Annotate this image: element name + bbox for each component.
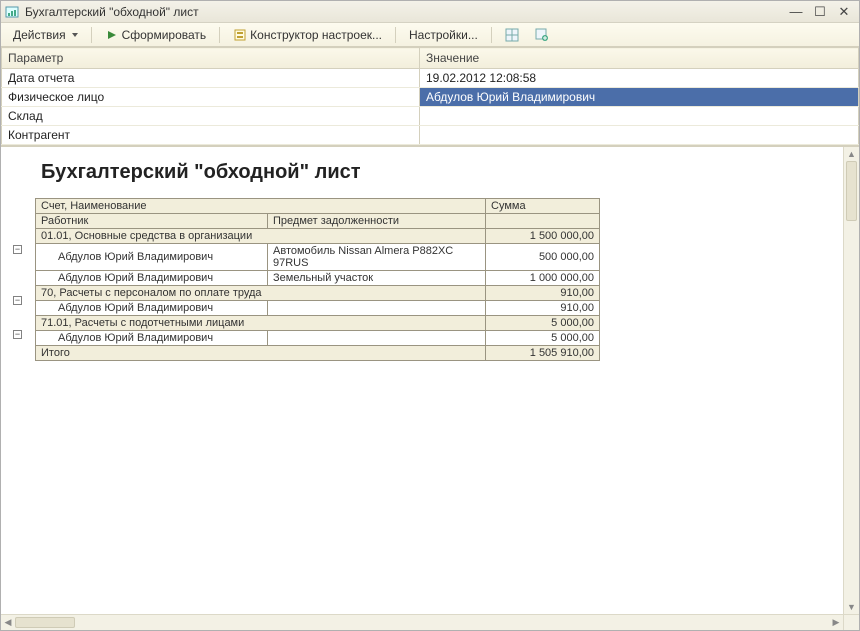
sum-cell: 910,00 (486, 286, 600, 301)
group-row[interactable]: 01.01, Основные средства в организации1 … (36, 229, 600, 244)
builder-icon (233, 28, 247, 42)
value-header[interactable]: Значение (420, 48, 859, 69)
value-cell[interactable]: 19.02.2012 12:08:58 (420, 69, 859, 88)
employee-cell: Абдулов Юрий Владимирович (36, 244, 268, 271)
report-area: − − − Бухгалтерский "обходной" лист Счет, … (1, 146, 859, 630)
separator (395, 27, 396, 43)
report-title: Бухгалтерский "обходной" лист (41, 161, 845, 184)
settings-builder-button[interactable]: Конструктор настроек... (227, 26, 388, 44)
separator (491, 27, 492, 43)
param-cell[interactable]: Дата отчета (2, 69, 420, 88)
detail-row[interactable]: Абдулов Юрий Владимирович 5 000,00 (36, 331, 600, 346)
sum-cell: 5 000,00 (486, 316, 600, 331)
subject-cell: Земельный участок (268, 271, 486, 286)
grid-icon (505, 28, 519, 42)
param-cell[interactable]: Склад (2, 107, 420, 126)
form-button[interactable]: Сформировать (99, 26, 213, 44)
total-label: Итого (36, 346, 486, 361)
maximize-button[interactable]: ☐ (809, 4, 831, 20)
sum-cell: 500 000,00 (486, 244, 600, 271)
play-icon (105, 28, 119, 42)
params-panel: Параметр Значение Дата отчета19.02.2012 … (1, 47, 859, 146)
sum-cell: 5 000,00 (486, 331, 600, 346)
total-sum: 1 505 910,00 (486, 346, 600, 361)
settings-builder-label: Конструктор настроек... (250, 28, 382, 42)
param-header[interactable]: Параметр (2, 48, 420, 69)
settings-label: Настройки... (409, 28, 478, 42)
tree-gutter: − − − (1, 147, 29, 630)
account-cell: 01.01, Основные средства в организации (36, 229, 486, 244)
value-cell[interactable] (420, 126, 859, 145)
group-row[interactable]: 70, Расчеты с персоналом по оплате труда… (36, 286, 600, 301)
report-body: Бухгалтерский "обходной" лист Счет, Наим… (29, 147, 859, 630)
scroll-left-icon[interactable]: ◀ (1, 615, 15, 630)
param-cell[interactable]: Контрагент (2, 126, 420, 145)
collapse-icon[interactable]: − (13, 330, 22, 339)
col-sum: Сумма (486, 199, 600, 214)
col-sum-blank (486, 214, 600, 229)
employee-cell: Абдулов Юрий Владимирович (36, 301, 268, 316)
vscroll-thumb[interactable] (846, 161, 857, 221)
params-row[interactable]: Контрагент (2, 126, 859, 145)
employee-cell: Абдулов Юрий Владимирович (36, 271, 268, 286)
account-cell: 71.01, Расчеты с подотчетными лицами (36, 316, 486, 331)
hscroll-thumb[interactable] (15, 617, 75, 628)
collapse-icon[interactable]: − (13, 245, 22, 254)
sum-cell: 910,00 (486, 301, 600, 316)
params-row[interactable]: Склад (2, 107, 859, 126)
account-cell: 70, Расчеты с персоналом по оплате труда (36, 286, 486, 301)
actions-label: Действия (13, 28, 66, 42)
vertical-scrollbar[interactable]: ▲ ▼ (843, 147, 859, 614)
scroll-down-icon[interactable]: ▼ (844, 600, 859, 614)
params-row[interactable]: Дата отчета19.02.2012 12:08:58 (2, 69, 859, 88)
param-cell[interactable]: Физическое лицо (2, 88, 420, 107)
employee-cell: Абдулов Юрий Владимирович (36, 331, 268, 346)
actions-menu[interactable]: Действия (7, 26, 84, 44)
sum-cell: 1 000 000,00 (486, 271, 600, 286)
scroll-right-icon[interactable]: ▶ (829, 615, 843, 630)
chevron-down-icon (72, 33, 78, 37)
subject-cell (268, 331, 486, 346)
separator (219, 27, 220, 43)
minimize-button[interactable]: — (785, 4, 807, 20)
detail-row[interactable]: Абдулов Юрий Владимирович 910,00 (36, 301, 600, 316)
group-row[interactable]: 71.01, Расчеты с подотчетными лицами5 00… (36, 316, 600, 331)
grid-add-icon (535, 28, 549, 42)
col-subject: Предмет задолженности (268, 214, 486, 229)
collapse-icon[interactable]: − (13, 296, 22, 305)
window-title: Бухгалтерский "обходной" лист (25, 5, 783, 19)
detail-row[interactable]: Абдулов Юрий ВладимировичЗемельный участ… (36, 271, 600, 286)
tool-icon-2[interactable] (529, 26, 555, 44)
scroll-up-icon[interactable]: ▲ (844, 147, 859, 161)
detail-row[interactable]: Абдулов Юрий ВладимировичАвтомобиль Niss… (36, 244, 600, 271)
separator (91, 27, 92, 43)
params-table: Параметр Значение Дата отчета19.02.2012 … (1, 47, 859, 145)
params-row[interactable]: Физическое лицоАбдулов Юрий Владимирович (2, 88, 859, 107)
subject-cell: Автомобиль Nissan Almera P882XC 97RUS (268, 244, 486, 271)
titlebar: Бухгалтерский "обходной" лист — ☐ ✕ (1, 1, 859, 23)
value-cell[interactable] (420, 107, 859, 126)
value-cell[interactable]: Абдулов Юрий Владимирович (420, 88, 859, 107)
col-employee: Работник (36, 214, 268, 229)
horizontal-scrollbar[interactable]: ◀ ▶ (1, 614, 843, 630)
form-label: Сформировать (122, 28, 207, 42)
report-table: Счет, Наименование Сумма Работник Предме… (35, 198, 600, 361)
toolbar: Действия Сформировать Конструктор настро… (1, 23, 859, 47)
scroll-corner (843, 614, 859, 630)
subject-cell (268, 301, 486, 316)
col-account: Счет, Наименование (36, 199, 486, 214)
settings-button[interactable]: Настройки... (403, 26, 484, 44)
sum-cell: 1 500 000,00 (486, 229, 600, 244)
tool-icon-1[interactable] (499, 26, 525, 44)
close-button[interactable]: ✕ (833, 4, 855, 20)
app-window: Бухгалтерский "обходной" лист — ☐ ✕ Дейс… (0, 0, 860, 631)
report-icon (5, 5, 19, 19)
